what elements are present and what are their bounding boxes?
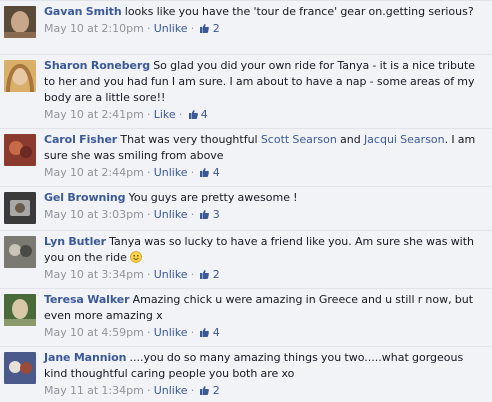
comment-meta: May 11 at 1:34pm · Unlike · 2: [44, 383, 486, 398]
comment-item: Jane Mannion ....you do so many amazing …: [0, 346, 492, 402]
comment-meta: May 10 at 2:44pm · Unlike · 4: [44, 165, 486, 180]
unlike-button[interactable]: Unlike: [154, 22, 188, 35]
comment-meta: May 10 at 3:34pm · Unlike · 2: [44, 267, 486, 282]
unlike-button[interactable]: Unlike: [154, 326, 188, 339]
likes-count[interactable]: 4: [213, 166, 220, 179]
comment-timestamp[interactable]: May 10 at 2:44pm: [44, 166, 144, 179]
comment-author-link[interactable]: Carol Fisher: [44, 133, 117, 146]
unlike-button[interactable]: Unlike: [154, 166, 188, 179]
comment-author-link[interactable]: Teresa Walker: [44, 293, 130, 306]
thumbs-up-icon: [188, 108, 198, 119]
meta-separator: ·: [190, 22, 195, 35]
comment-timestamp[interactable]: May 10 at 3:34pm: [44, 268, 144, 281]
comment-author-link[interactable]: Gavan Smith: [44, 5, 122, 18]
likes-count[interactable]: 4: [201, 108, 208, 121]
mention-link[interactable]: Scott Searson: [261, 133, 337, 146]
comment-item: Gel Browning You guys are pretty awesome…: [0, 186, 492, 230]
meta-separator: ·: [190, 208, 195, 221]
meta-separator: ·: [146, 268, 151, 281]
meta-separator: ·: [146, 166, 151, 179]
comment-item: Sharon Roneberg So glad you did your own…: [0, 54, 492, 128]
thumbs-up-icon: [199, 22, 210, 33]
comment-meta: May 10 at 2:41pm · Like · 4: [44, 107, 486, 122]
thumbs-up-icon: [199, 326, 210, 337]
unlike-button[interactable]: Unlike: [154, 268, 188, 281]
avatar[interactable]: [4, 236, 36, 268]
comment-text: Tanya was so lucky to have a friend like…: [44, 235, 475, 264]
comment-author-link[interactable]: Gel Browning: [44, 191, 126, 204]
comment-author-link[interactable]: Sharon Roneberg: [44, 59, 150, 72]
likes-count[interactable]: 2: [213, 384, 220, 397]
unlike-button[interactable]: Unlike: [154, 384, 188, 397]
comment-thread: Gavan Smith looks like you have the 'tou…: [0, 0, 492, 402]
comment-author-link[interactable]: Jane Mannion: [44, 351, 126, 364]
comment-item: Teresa Walker Amazing chick u were amazi…: [0, 288, 492, 346]
comment-meta: May 10 at 2:10pm · Unlike · 2: [44, 21, 486, 36]
avatar[interactable]: [4, 134, 36, 166]
avatar[interactable]: [4, 192, 36, 224]
comment-item: Carol Fisher That was very thoughtful Sc…: [0, 128, 492, 186]
like-button[interactable]: Like: [154, 108, 176, 121]
comment-item: Lyn Butler Tanya was so lucky to have a …: [0, 230, 492, 288]
thumbs-up-icon: [199, 268, 210, 279]
likes-count[interactable]: 4: [213, 326, 220, 339]
comment-timestamp[interactable]: May 11 at 1:34pm: [44, 384, 144, 397]
likes-count[interactable]: 2: [213, 268, 220, 281]
thumbs-up-icon: [199, 166, 210, 177]
smiley-icon: [130, 251, 142, 263]
likes-count[interactable]: 2: [213, 22, 220, 35]
meta-separator: ·: [146, 384, 151, 397]
comment-timestamp[interactable]: May 10 at 3:03pm: [44, 208, 144, 221]
avatar[interactable]: [4, 6, 36, 38]
meta-separator: ·: [190, 268, 195, 281]
comment-text: You guys are pretty awesome !: [128, 191, 298, 204]
meta-separator: ·: [178, 108, 183, 121]
meta-separator: ·: [190, 166, 195, 179]
meta-separator: ·: [146, 108, 151, 121]
avatar[interactable]: [4, 352, 36, 384]
unlike-button[interactable]: Unlike: [154, 208, 188, 221]
comment-text: looks like you have the 'tour de france'…: [124, 5, 474, 18]
comment-author-link[interactable]: Lyn Butler: [44, 235, 106, 248]
meta-separator: ·: [190, 384, 195, 397]
meta-separator: ·: [190, 326, 195, 339]
comment-timestamp[interactable]: May 10 at 2:10pm: [44, 22, 144, 35]
comment-timestamp[interactable]: May 10 at 2:41pm: [44, 108, 144, 121]
mention-link[interactable]: Jacqui Searson: [364, 133, 445, 146]
comment-meta: May 10 at 3:03pm · Unlike · 3: [44, 207, 486, 222]
thumbs-up-icon: [199, 384, 210, 395]
comment-meta: May 10 at 4:59pm · Unlike · 4: [44, 325, 486, 340]
comment-item: Gavan Smith looks like you have the 'tou…: [0, 0, 492, 54]
meta-separator: ·: [146, 22, 151, 35]
comment-timestamp[interactable]: May 10 at 4:59pm: [44, 326, 144, 339]
meta-separator: ·: [146, 208, 151, 221]
avatar[interactable]: [4, 60, 36, 92]
thumbs-up-icon: [199, 208, 210, 219]
meta-separator: ·: [146, 326, 151, 339]
likes-count[interactable]: 3: [213, 208, 220, 221]
avatar[interactable]: [4, 294, 36, 326]
